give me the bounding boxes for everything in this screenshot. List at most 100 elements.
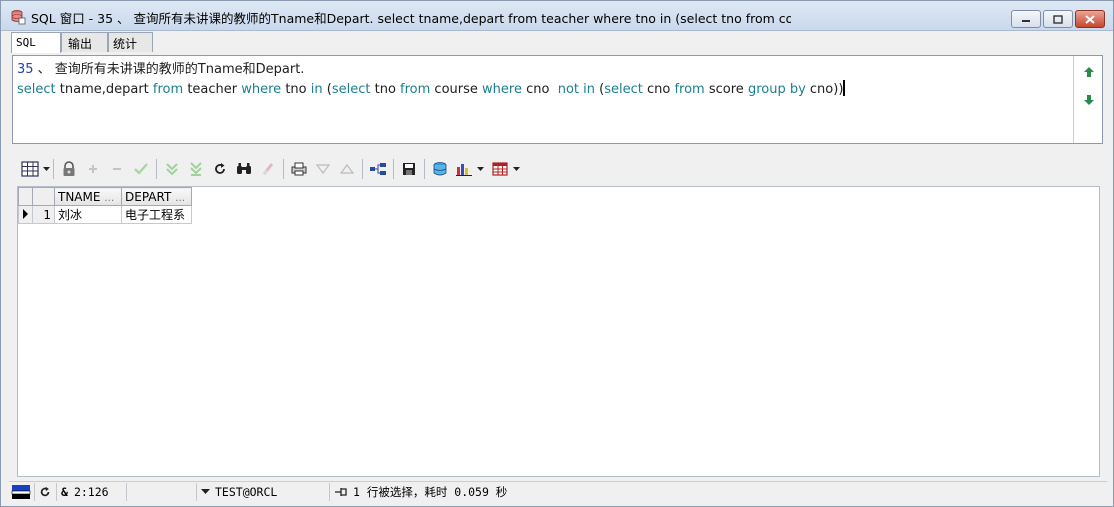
editor-line-1: 35 、 查询所有未讲课的教师的Tname和Depart. — [17, 60, 1070, 80]
sql-keyword: select — [331, 82, 371, 97]
editor-line-2: select tname,depart from teacher where t… — [17, 80, 1070, 100]
insert-record-button[interactable] — [81, 158, 105, 180]
sql-keyword: where — [241, 82, 282, 97]
refresh-button[interactable] — [208, 158, 232, 180]
table-view-dropdown[interactable] — [512, 158, 520, 180]
refresh-icon — [215, 163, 225, 174]
toolbar-separator — [362, 159, 363, 179]
toolbar-separator — [393, 159, 394, 179]
lock-icon — [63, 161, 75, 176]
status-bar: & 2:126 TEST@ORCL 1 行被选择，耗时 0.059 秒 — [9, 481, 1107, 501]
plus-icon — [89, 165, 97, 173]
column-header-tname[interactable]: TNAME … — [54, 187, 122, 206]
close-button[interactable] — [1075, 10, 1105, 28]
maximize-icon — [1053, 14, 1063, 24]
lock-button[interactable] — [57, 158, 81, 180]
text-caret — [843, 80, 846, 96]
title-bar[interactable]: SQL 窗口 - 35 、 查询所有未讲课的教师的Tname和Depart. s… — [1, 1, 1113, 31]
sql-token: cno)) — [805, 82, 844, 97]
toolbar-separator — [156, 159, 157, 179]
sql-token: cno — [642, 82, 675, 97]
prev-page-button[interactable] — [335, 158, 359, 180]
arrow-down-icon[interactable] — [1082, 92, 1096, 106]
sql-editor-frame: 35 、 查询所有未讲课的教师的Tname和Depart. select tna… — [12, 55, 1103, 144]
fetch-last-button[interactable] — [184, 158, 208, 180]
status-message: 1 行被选择，耗时 0.059 秒 — [330, 483, 511, 501]
table-view-button[interactable] — [488, 158, 512, 180]
chart-dropdown[interactable] — [476, 158, 484, 180]
clear-button[interactable] — [256, 158, 280, 180]
result-grid[interactable]: TNAME … DEPART … 1 刘冰 电子工程系 — [17, 186, 1100, 477]
minimize-icon — [1022, 20, 1030, 22]
sql-keyword: from — [674, 82, 705, 97]
status-indicator — [9, 482, 35, 501]
cell-depart[interactable]: 电子工程系 — [121, 205, 192, 224]
chart-icon — [456, 164, 472, 176]
sql-editor[interactable]: 35 、 查询所有未讲课的教师的Tname和Depart. select tna… — [13, 56, 1074, 143]
editor-side-panel — [1073, 56, 1102, 143]
row-number: 1 — [32, 205, 55, 224]
fetch-next-button[interactable] — [160, 158, 184, 180]
close-icon — [1085, 14, 1095, 24]
maximize-button[interactable] — [1043, 10, 1073, 28]
sql-token: score — [704, 82, 748, 97]
save-icon — [403, 163, 415, 175]
sql-keyword: from — [152, 82, 184, 97]
table-icon — [492, 162, 508, 176]
grid-view-dropdown[interactable] — [42, 158, 50, 180]
database-icon — [10, 9, 26, 25]
sql-token: course — [430, 82, 483, 97]
sql-token: ( — [595, 82, 605, 97]
tab-statistics[interactable]: 统计 — [108, 32, 153, 52]
delete-record-button[interactable] — [105, 158, 129, 180]
sql-keyword: where — [482, 82, 522, 97]
ampersand-icon: & — [61, 484, 68, 499]
cursor-position: & 2:126 — [57, 482, 127, 501]
binoculars-icon — [237, 163, 251, 174]
sql-token: tno — [370, 82, 401, 97]
tab-output[interactable]: 输出 — [61, 32, 108, 52]
sql-token: teacher — [183, 82, 242, 97]
sql-window: SQL 窗口 - 35 、 查询所有未讲课的教师的Tname和Depart. s… — [0, 0, 1114, 507]
tab-sql[interactable]: SQL — [11, 32, 61, 53]
query-builder-icon — [370, 163, 386, 175]
current-row-indicator — [18, 205, 33, 224]
minus-icon — [113, 168, 121, 170]
export-button[interactable] — [428, 158, 452, 180]
result-toolbar — [18, 157, 520, 181]
clear-icon — [262, 163, 274, 175]
grid-view-button[interactable] — [18, 158, 42, 180]
sql-token: tno — [281, 82, 311, 97]
next-page-button[interactable] — [311, 158, 335, 180]
status-flag-icon — [11, 484, 31, 499]
table-row[interactable]: 1 刘冰 电子工程系 — [18, 205, 192, 224]
status-message-text: 1 行被选择，耗时 0.059 秒 — [353, 484, 508, 499]
find-button[interactable] — [232, 158, 256, 180]
row-number-header — [32, 187, 55, 206]
window-title: SQL 窗口 - 35 、 查询所有未讲课的教师的Tname和Depart. s… — [31, 11, 791, 26]
sql-keyword: select — [604, 82, 643, 97]
auto-refresh-button[interactable] — [35, 482, 57, 501]
save-button[interactable] — [397, 158, 421, 180]
result-table: TNAME … DEPART … 1 刘冰 电子工程系 — [18, 187, 192, 224]
corner-cell — [18, 187, 33, 206]
check-icon — [134, 163, 148, 175]
minimize-button[interactable] — [1011, 10, 1041, 28]
arrow-up-icon[interactable] — [1082, 64, 1096, 78]
query-builder-button[interactable] — [366, 158, 390, 180]
column-header-depart[interactable]: DEPART … — [121, 187, 192, 206]
filter-up-icon — [340, 164, 354, 174]
chart-button[interactable] — [452, 158, 476, 180]
cell-tname[interactable]: 刘冰 — [54, 205, 122, 224]
sql-token: cno — [521, 82, 558, 97]
sql-keyword: not in — [557, 82, 595, 97]
column-header-label: DEPART — [125, 189, 172, 204]
column-header-label: TNAME — [58, 189, 101, 204]
print-button[interactable] — [287, 158, 311, 180]
post-changes-button[interactable] — [129, 158, 153, 180]
print-icon — [291, 162, 307, 176]
connection-selector[interactable]: TEST@ORCL — [197, 482, 330, 501]
chevron-down-icon — [201, 489, 210, 494]
fetch-last-icon — [190, 162, 202, 176]
tab-strip: SQL 输出 统计 — [11, 32, 153, 53]
